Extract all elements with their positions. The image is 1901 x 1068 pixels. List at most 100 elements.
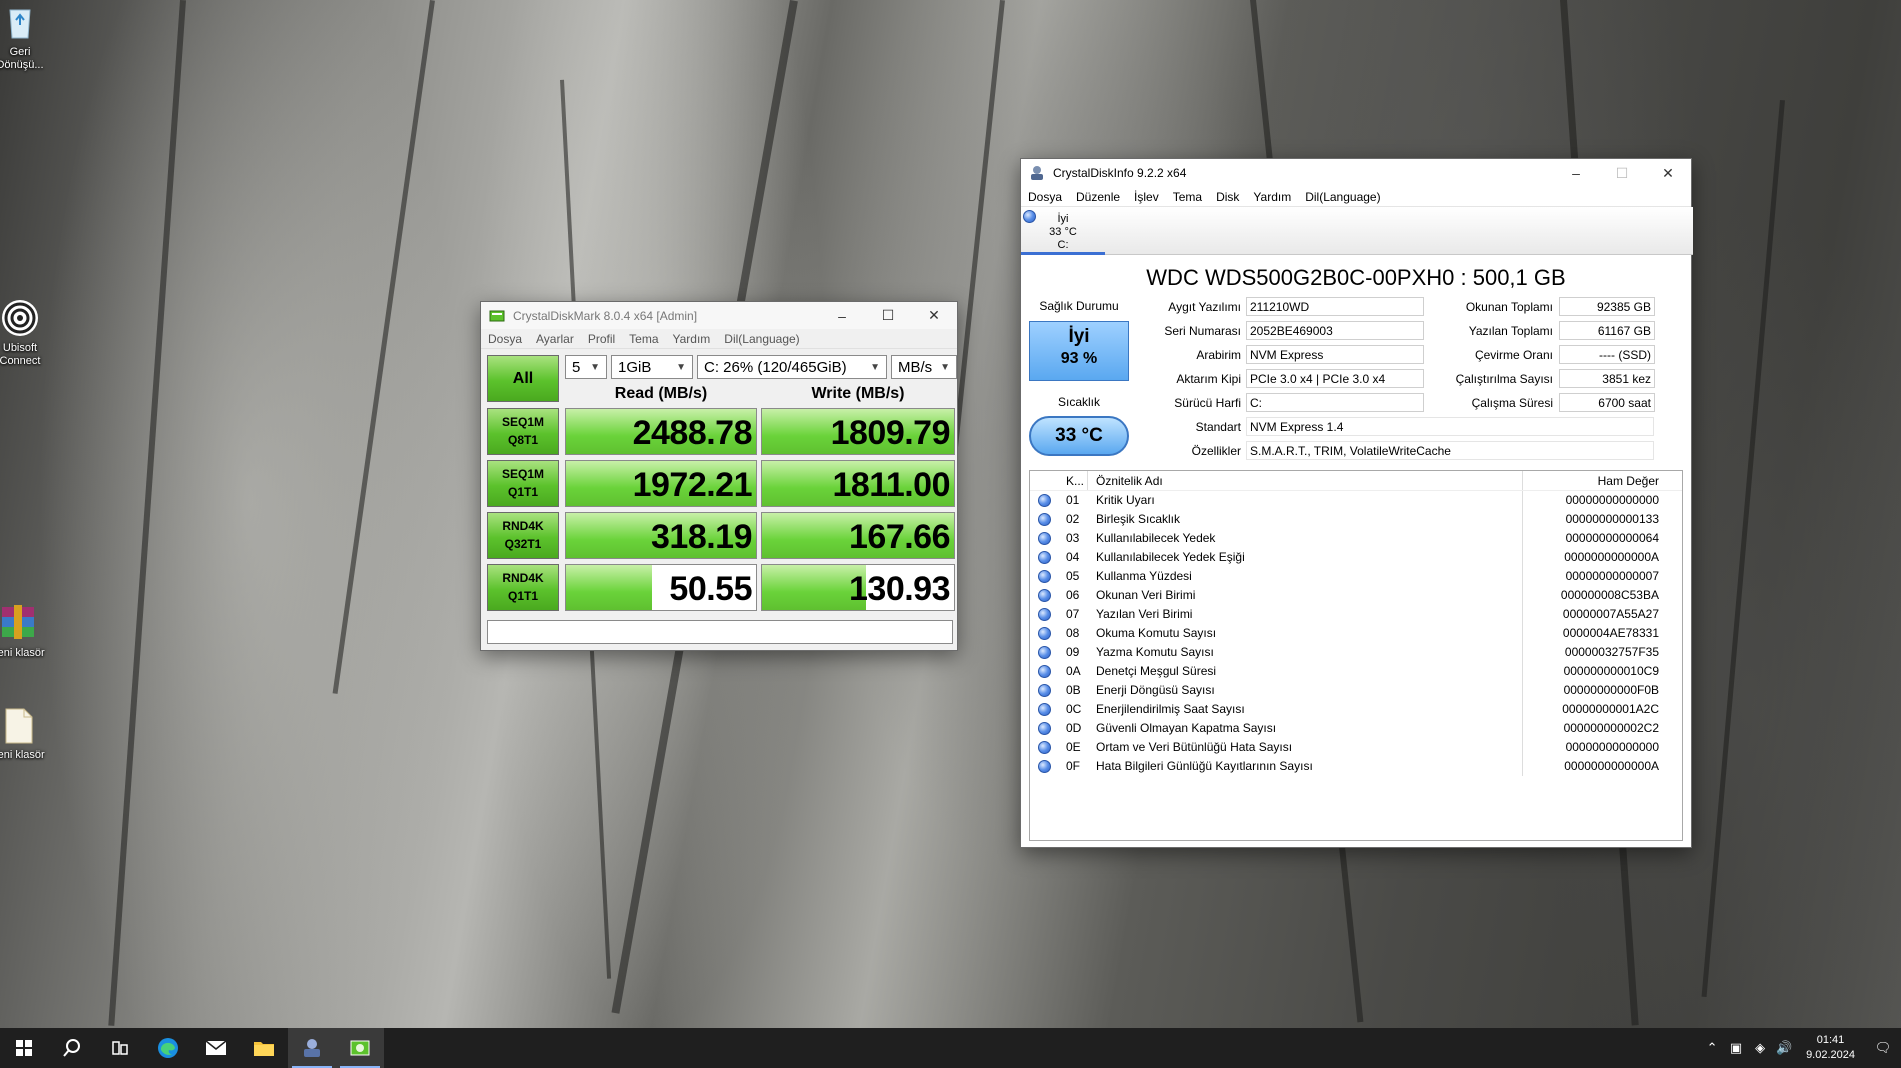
attribute-raw-value: 00000000000000 [1565, 740, 1659, 754]
column-header-id[interactable]: K... [1058, 471, 1088, 490]
maximize-button[interactable]: ☐ [865, 301, 911, 331]
table-row[interactable]: 08 Okuma Komutu Sayısı 0000004AE78331 [1030, 624, 1682, 643]
table-row[interactable]: 01 Kritik Uyarı 00000000000000 [1030, 491, 1682, 510]
attribute-name: Yazılan Veri Birimi [1088, 605, 1523, 624]
attribute-name: Kullanma Yüzdesi [1088, 567, 1523, 586]
host-reads-label: Okunan Toplamı [1465, 300, 1553, 314]
rotation-rate-label: Çevirme Oranı [1474, 348, 1553, 362]
menu-profile[interactable]: Profil [581, 332, 622, 346]
taskbar-mail[interactable] [192, 1028, 240, 1068]
cdm-titlebar[interactable]: CrystalDiskMark 8.0.4 x64 [Admin] – ☐ ✕ [481, 302, 957, 329]
status-good-icon [1030, 662, 1058, 681]
test-params: Q8T1 [507, 433, 538, 447]
disk-model-title: WDC WDS500G2B0C-00PXH0 : 500,1 GB [1146, 265, 1566, 290]
disk-tab-c[interactable]: İyi 33 °C C: [1021, 207, 1105, 255]
table-row[interactable]: 0F Hata Bilgileri Günlüğü Kayıtlarının Sa… [1030, 757, 1682, 776]
recycle-bin-shortcut[interactable]: Geri Dönüşü... [0, 2, 50, 72]
table-row[interactable]: 0A Denetçi Meşgul Süresi 000000000010C9 [1030, 662, 1682, 681]
maximize-button[interactable]: ☐ [1599, 158, 1645, 188]
chevron-down-icon: ▼ [590, 361, 600, 373]
menu-help[interactable]: Yardım [1246, 190, 1298, 204]
menu-theme[interactable]: Tema [1166, 190, 1209, 204]
meet-now-icon[interactable]: ▣ [1724, 1040, 1748, 1056]
smart-attribute-table[interactable]: K... Öznitelik Adı Ham Değer 01 Kritik Uy… [1029, 470, 1683, 841]
chevron-up-icon[interactable]: ⌃ [1700, 1040, 1724, 1056]
task-view-button[interactable] [96, 1028, 144, 1068]
attribute-raw-value: 00000007A55A27 [1562, 607, 1659, 621]
table-row[interactable]: 0B Enerji Döngüsü Sayısı 00000000000F0B [1030, 681, 1682, 700]
features-label: Özellikler [1191, 444, 1241, 458]
folder-shortcut[interactable]: Yeni klasör [0, 705, 48, 762]
table-row[interactable]: 09 Yazma Komutu Sayısı 00000032757F35 [1030, 643, 1682, 662]
attribute-name: Kullanılabilecek Yedek [1088, 529, 1523, 548]
disk-tab-strip: İyi 33 °C C: [1021, 207, 1693, 255]
winrar-folder-shortcut[interactable]: Yeni klasör [0, 603, 48, 660]
test-rnd4k-q1t1-button[interactable]: RND4K Q1T1 [487, 564, 559, 611]
ubisoft-connect-shortcut[interactable]: Ubisoft Connect [0, 298, 50, 368]
table-row[interactable]: 0C Enerjilendirilmiş Saat Sayısı 000000000… [1030, 700, 1682, 719]
attribute-name: Ortam ve Veri Bütünlüğü Hata Sayısı [1088, 738, 1523, 757]
test-count-select[interactable]: 5 ▼ [565, 355, 607, 379]
health-status-button[interactable]: İyi 93 % [1029, 321, 1129, 381]
table-row[interactable]: 0E Ortam ve Veri Bütünlüğü Hata Sayısı 000… [1030, 738, 1682, 757]
cdi-titlebar[interactable]: CrystalDiskInfo 9.2.2 x64 – ☐ ✕ [1021, 159, 1691, 187]
crystaldiskinfo-window: CrystalDiskInfo 9.2.2 x64 – ☐ ✕ Dosya Dü… [1020, 158, 1693, 848]
test-size-select[interactable]: 1GiB ▼ [611, 355, 693, 379]
drive-select[interactable]: C: 26% (120/465GiB) ▼ [697, 355, 887, 379]
power-on-hours-label: Çalışma Süresi [1471, 396, 1553, 410]
taskbar-crystaldiskmark[interactable] [336, 1028, 384, 1068]
search-button[interactable] [48, 1028, 96, 1068]
status-good-icon [1030, 586, 1058, 605]
menu-language[interactable]: Dil(Language) [1298, 190, 1387, 204]
notification-center-icon[interactable]: 🗨 [1865, 1040, 1901, 1056]
menu-file[interactable]: Dosya [1021, 190, 1069, 204]
comment-input[interactable] [487, 620, 953, 644]
desktop-icon-label: Yeni klasör [0, 749, 45, 761]
menu-function[interactable]: İşlev [1127, 190, 1166, 204]
volume-icon[interactable]: 🔊 [1772, 1040, 1796, 1056]
unit-select[interactable]: MB/s ▼ [891, 355, 957, 379]
status-good-icon [1030, 757, 1058, 776]
close-button[interactable]: ✕ [911, 301, 957, 331]
attribute-name: Hata Bilgileri Günlüğü Kayıtlarının Sayı… [1088, 757, 1523, 776]
table-row[interactable]: 04 Kullanılabilecek Yedek Eşiği 0000000000… [1030, 548, 1682, 567]
minimize-button[interactable]: – [819, 301, 865, 331]
table-row[interactable]: 05 Kullanma Yüzdesi 00000000000007 [1030, 567, 1682, 586]
column-header-raw[interactable]: Ham Değer [1523, 471, 1663, 490]
menu-disk[interactable]: Disk [1209, 190, 1246, 204]
taskbar-file-explorer[interactable] [240, 1028, 288, 1068]
drive-letter-value: C: [1246, 393, 1424, 412]
menu-theme[interactable]: Tema [622, 332, 665, 346]
table-row[interactable]: 06 Okunan Veri Birimi 000000008C53BA [1030, 586, 1682, 605]
minimize-button[interactable]: – [1553, 158, 1599, 188]
menu-edit[interactable]: Düzenle [1069, 190, 1127, 204]
test-rnd4k-q32t1-button[interactable]: RND4K Q32T1 [487, 512, 559, 559]
taskbar-edge[interactable] [144, 1028, 192, 1068]
close-button[interactable]: ✕ [1645, 158, 1691, 188]
start-button[interactable] [0, 1028, 48, 1068]
table-row[interactable]: 0D Güvenli Olmayan Kapatma Sayısı 00000000… [1030, 719, 1682, 738]
test-seq1m-q1t1-button[interactable]: SEQ1M Q1T1 [487, 460, 559, 507]
menu-language[interactable]: Dil(Language) [717, 332, 806, 346]
interface-value: NVM Express [1246, 345, 1424, 364]
menu-settings[interactable]: Ayarlar [529, 332, 581, 346]
test-seq1m-q8t1-button[interactable]: SEQ1M Q8T1 [487, 408, 559, 455]
menu-file[interactable]: Dosya [481, 332, 529, 346]
network-icon[interactable]: ◈ [1748, 1040, 1772, 1056]
health-percent: 93 % [1060, 350, 1098, 367]
table-row[interactable]: 02 Birleşik Sıcaklık 00000000000133 [1030, 510, 1682, 529]
menu-help[interactable]: Yardım [666, 332, 718, 346]
table-row[interactable]: 07 Yazılan Veri Birimi 00000007A55A27 [1030, 605, 1682, 624]
run-all-button[interactable]: All [487, 355, 559, 402]
temperature-value[interactable]: 33 °C [1029, 416, 1129, 456]
power-on-hours-value: 6700 saat [1559, 393, 1655, 412]
crystaldiskmark-window: CrystalDiskMark 8.0.4 x64 [Admin] – ☐ ✕ … [480, 301, 958, 651]
file-icon [0, 705, 38, 745]
read-value: 50.55 [669, 570, 752, 608]
crystaldiskinfo-icon [304, 1039, 320, 1057]
table-row[interactable]: 03 Kullanılabilecek Yedek 00000000000064 [1030, 529, 1682, 548]
column-header-name[interactable]: Öznitelik Adı [1088, 471, 1523, 490]
clock[interactable]: 01:41 9.02.2024 [1796, 1033, 1865, 1063]
taskbar-crystaldiskinfo[interactable] [288, 1028, 336, 1068]
task-view-icon [112, 1041, 128, 1055]
